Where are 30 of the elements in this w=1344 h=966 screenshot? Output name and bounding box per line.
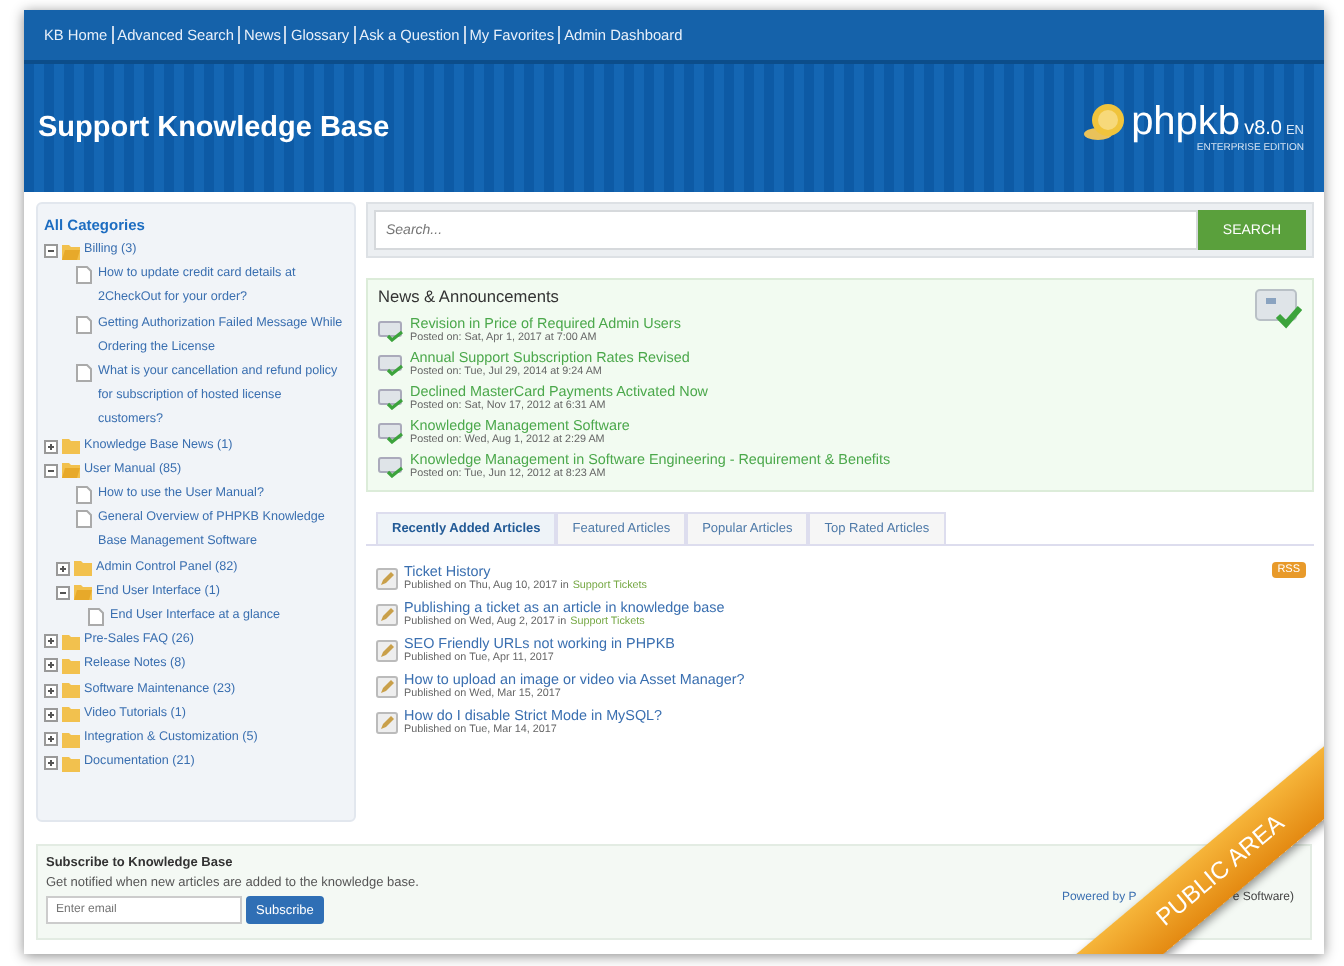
inbox-check-icon [378,455,404,477]
pencil-note-icon [376,567,398,589]
folder-icon [74,582,92,601]
pencil-note-icon [376,675,398,697]
inbox-check-icon [378,319,404,341]
site-title: Support Knowledge Base [38,112,390,144]
pencil-note-icon [376,603,398,625]
expand-icon[interactable] [44,652,58,673]
document-icon [76,364,92,383]
document-icon [76,315,92,334]
logo-text: phpkb [1131,102,1241,142]
section-heading: News & Announcements [378,286,559,306]
coin-icon [1081,102,1126,142]
folder-icon [62,241,80,259]
folder-icon [74,558,92,577]
pencil-note-icon [376,639,398,661]
folder-icon [62,460,80,479]
inbox-check-icon [378,353,404,375]
expand-icon[interactable] [44,628,58,649]
inbox-check-icon [1254,286,1302,330]
inbox-check-icon [378,387,404,409]
expand-icon[interactable] [44,750,58,771]
inbox-check-icon [378,421,404,443]
document-icon [76,266,92,285]
document-icon [88,608,104,627]
collapse-icon[interactable] [44,238,58,258]
expand-icon[interactable] [44,726,58,747]
folder-icon [62,436,80,455]
pencil-note-icon [376,711,398,733]
version-label: v8.0 [1244,118,1282,140]
